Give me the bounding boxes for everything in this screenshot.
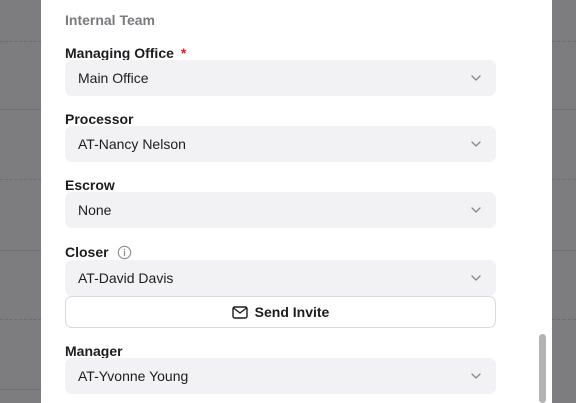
processor-label: Processor (65, 111, 133, 127)
managing-office-select[interactable]: Main Office (65, 60, 496, 96)
info-icon[interactable] (117, 245, 132, 260)
chevron-down-icon (471, 275, 481, 281)
backdrop-divider (0, 109, 41, 110)
field-label: Processor (65, 111, 134, 127)
closer-select[interactable]: AT-David Davis (65, 260, 496, 296)
select-value: Main Office (78, 70, 149, 86)
backdrop-divider (0, 319, 41, 320)
backdrop-divider (0, 389, 41, 390)
backdrop-divider (552, 41, 576, 42)
processor-select[interactable]: AT-Nancy Nelson (65, 126, 496, 162)
escrow-select[interactable]: None (65, 192, 496, 228)
scrollbar-thumb[interactable] (539, 334, 546, 403)
backdrop-divider (552, 109, 576, 110)
backdrop-divider (552, 319, 576, 320)
manager-label: Manager (65, 343, 123, 359)
field-label: Manager (65, 343, 123, 359)
chevron-down-icon (471, 141, 481, 147)
mail-icon (231, 305, 248, 319)
chevron-down-icon (471, 75, 481, 81)
field-label: Escrow (65, 177, 115, 193)
send-invite-button[interactable]: Send Invite (65, 296, 496, 328)
backdrop-divider (0, 179, 41, 180)
required-asterisk: * (180, 45, 187, 61)
internal-team-panel: Internal Team Managing Office * Main Off… (41, 0, 552, 403)
backdrop-divider (552, 179, 576, 180)
managing-office-label: Managing Office * (65, 45, 186, 61)
select-value: None (78, 202, 112, 218)
chevron-down-icon (471, 207, 481, 213)
field-label: Closer (65, 244, 109, 260)
field-label: Managing Office (65, 45, 174, 61)
manager-select[interactable]: AT-Yvonne Young (65, 358, 496, 394)
escrow-label: Escrow (65, 177, 115, 193)
backdrop-divider (0, 250, 41, 251)
select-value: AT-David Davis (78, 270, 174, 286)
chevron-down-icon (471, 373, 481, 379)
send-invite-label: Send Invite (254, 304, 330, 320)
closer-label: Closer (65, 244, 132, 260)
section-title: Internal Team (65, 12, 155, 28)
backdrop-divider (0, 41, 41, 42)
select-value: AT-Nancy Nelson (78, 136, 186, 152)
select-value: AT-Yvonne Young (78, 368, 189, 384)
backdrop-divider (552, 250, 576, 251)
